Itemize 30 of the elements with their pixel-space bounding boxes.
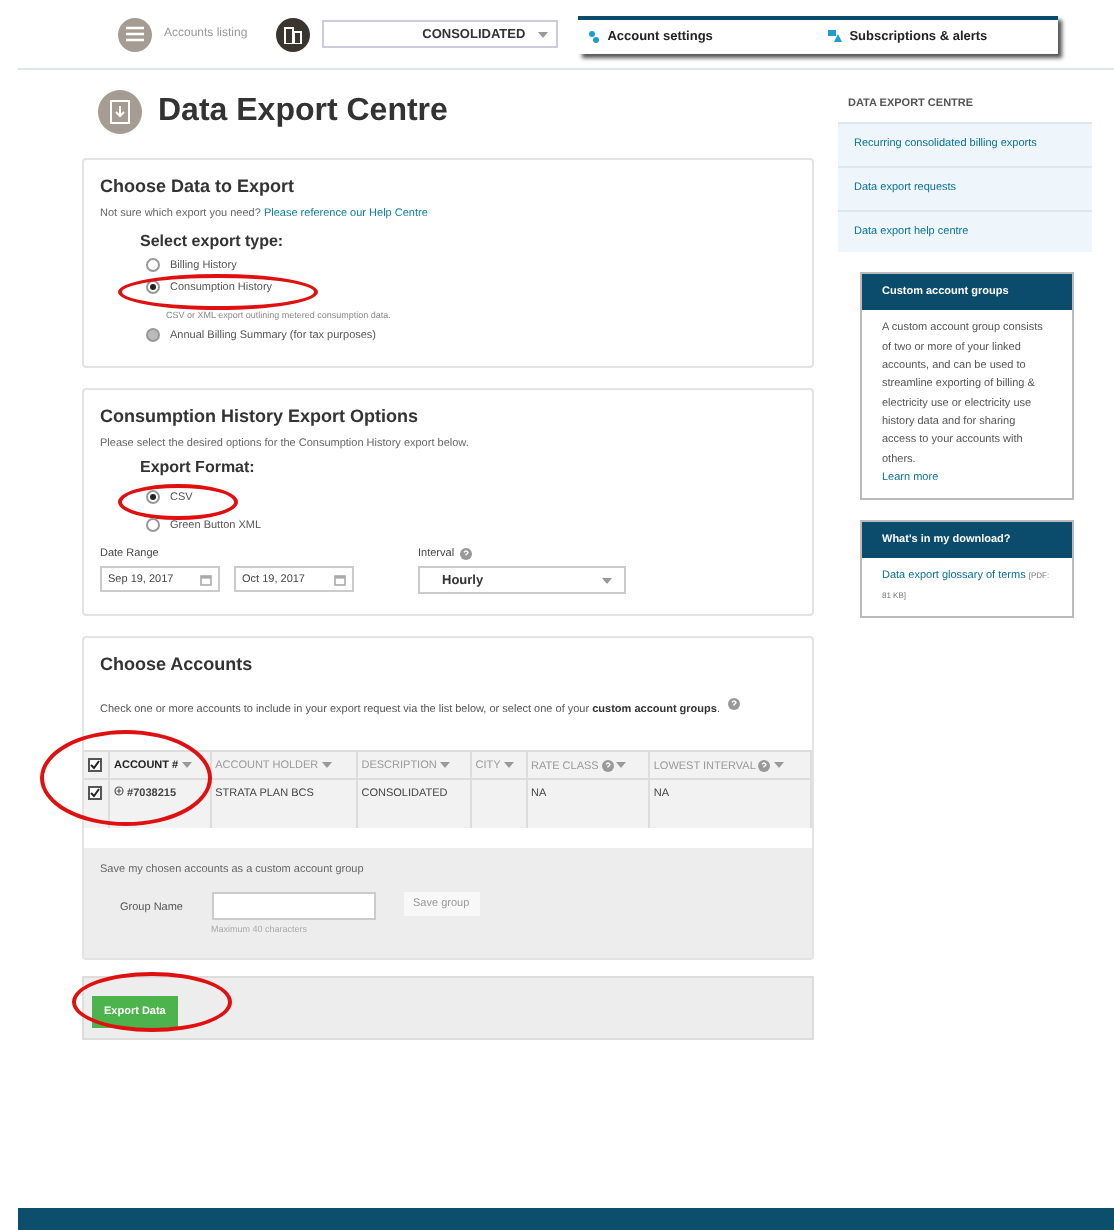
list-icon[interactable]	[118, 17, 152, 51]
help-icon[interactable]	[758, 759, 771, 772]
caret-icon	[616, 762, 627, 768]
export-icon	[98, 90, 142, 134]
buildings-icon[interactable]	[275, 17, 310, 51]
checkbox[interactable]	[88, 758, 102, 772]
help-icon[interactable]	[728, 697, 741, 710]
caret-icon	[773, 762, 784, 768]
radio-button[interactable]	[146, 490, 160, 504]
calendar-icon[interactable]	[334, 573, 346, 585]
calendar-icon[interactable]	[200, 573, 212, 585]
subsection-title: Select export type:	[140, 232, 286, 250]
section-title: Consumption History Export Options	[100, 406, 420, 426]
caret-icon	[439, 762, 450, 768]
radio-button[interactable]	[146, 518, 160, 532]
help-icon[interactable]	[601, 759, 614, 772]
subsection-title: Export Format:	[140, 458, 257, 476]
section-title: Choose Accounts	[100, 654, 255, 674]
group-name-field[interactable]	[211, 892, 375, 920]
caret-icon	[602, 577, 612, 583]
help-icon[interactable]	[460, 548, 473, 560]
plus-circle-icon[interactable]	[114, 786, 124, 796]
radio-button[interactable]	[146, 258, 160, 272]
page-title: Data Export Centre	[158, 94, 448, 130]
checkbox[interactable]	[88, 786, 102, 800]
caret-icon	[321, 762, 332, 768]
caret-icon	[503, 762, 514, 768]
caret-icon	[181, 762, 192, 768]
caret-icon	[537, 31, 548, 37]
section-title: Choose Data to Export	[100, 176, 297, 196]
